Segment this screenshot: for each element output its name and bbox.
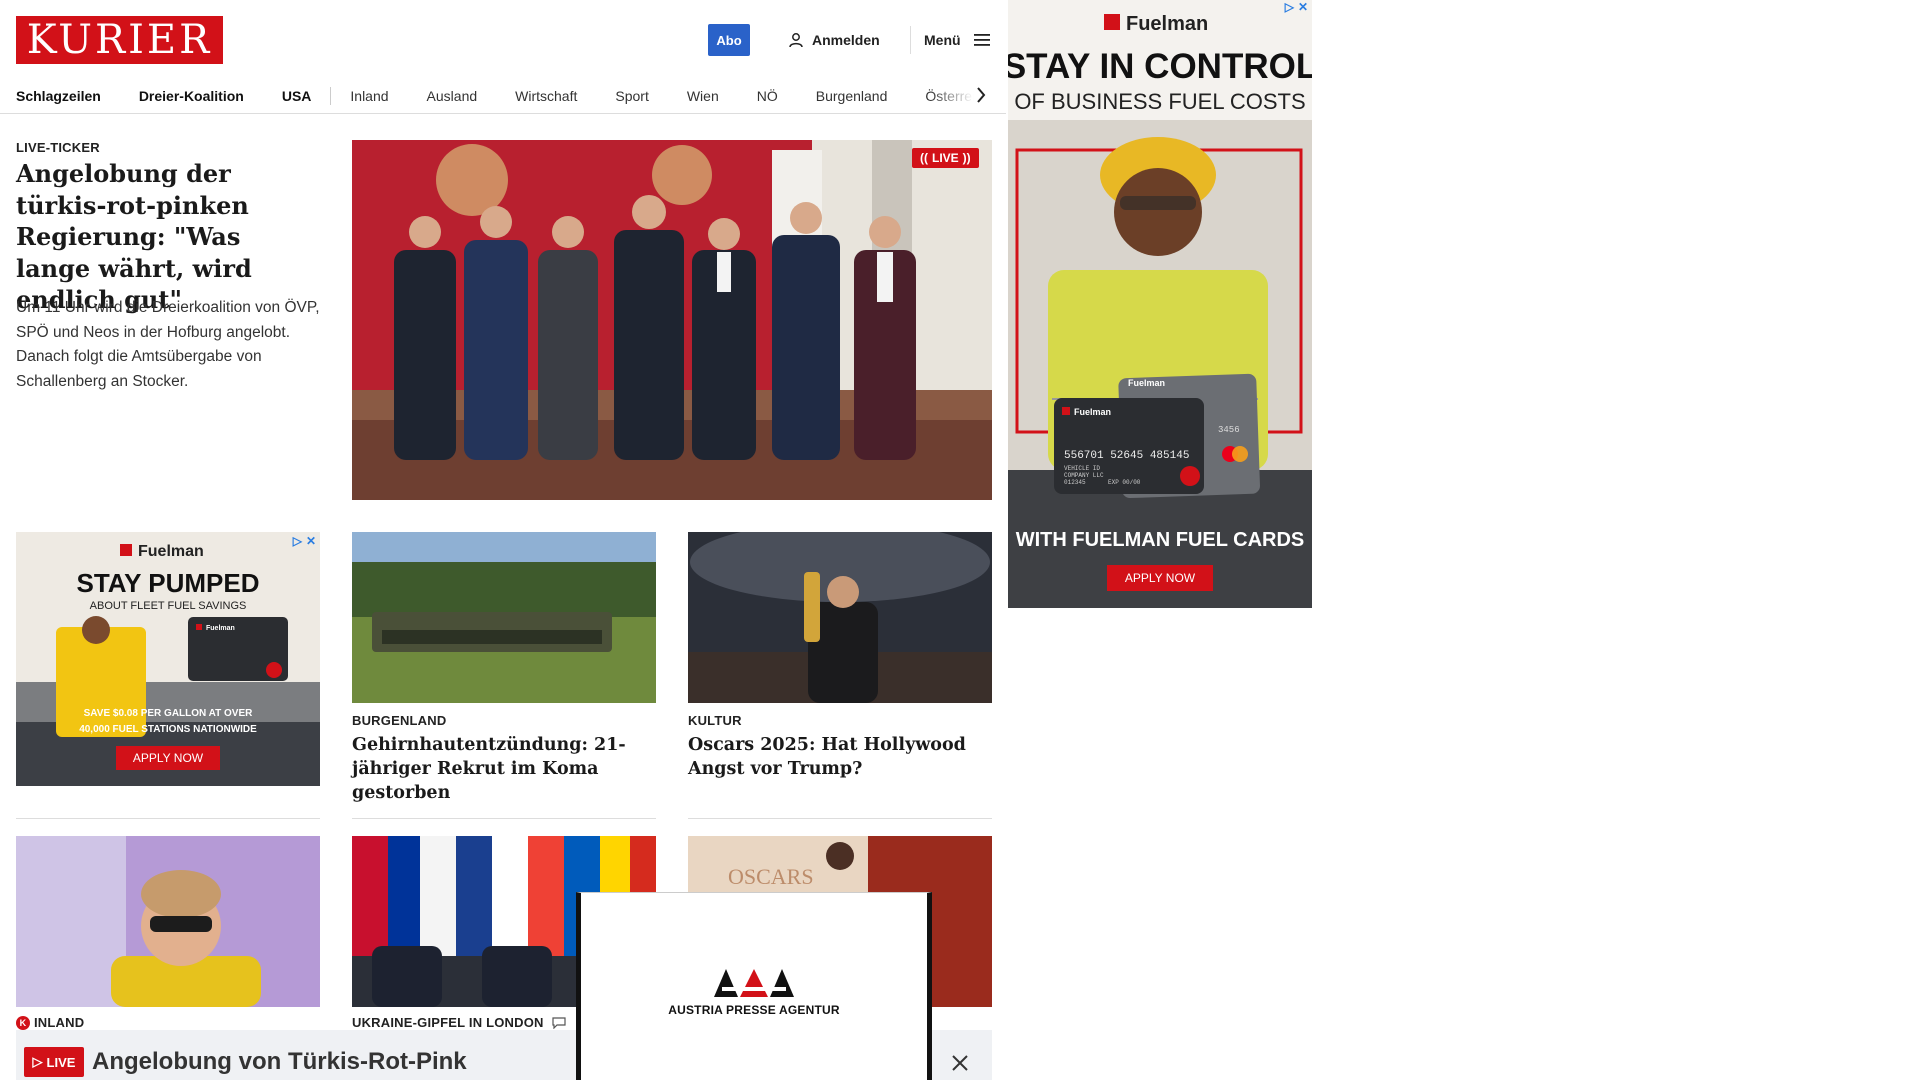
svg-text:WITH FUELMAN FUEL CARDS: WITH FUELMAN FUEL CARDS: [1016, 529, 1305, 551]
section-nav: Schlagzeilen Dreier-Koalition USA Inland…: [16, 80, 990, 112]
lead-headline[interactable]: Angelobung der türkis-rot-pinken Regieru…: [16, 158, 322, 316]
divider: [688, 818, 992, 819]
fuelman-ad-skyscraper[interactable]: Fuelman STAY IN CONTROL OF BUSINESS FUEL…: [1008, 0, 1312, 608]
svg-text:Fuelman: Fuelman: [206, 625, 235, 632]
card-kicker: UKRAINE-GIPFEL IN LONDON: [352, 1015, 544, 1030]
live-signal-icon: ((: [920, 151, 928, 165]
nav-item-sport[interactable]: Sport: [596, 87, 667, 105]
abo-button[interactable]: Abo: [708, 24, 750, 56]
menu-button[interactable]: Menü: [924, 30, 991, 50]
play-icon: ▷: [32, 1054, 43, 1069]
svg-text:COMPANY LLC: COMPANY LLC: [1064, 472, 1104, 479]
nav-item-burgenland[interactable]: Burgenland: [797, 87, 907, 105]
header-rule: [0, 113, 1006, 114]
apa-video-overlay[interactable]: AUSTRIA PRESSE AGENTUR: [576, 892, 932, 1080]
ad-choices-icon[interactable]: ▷: [293, 534, 302, 548]
svg-text:Fuelman: Fuelman: [138, 543, 204, 560]
card-kicker-row: UKRAINE-GIPFEL IN LONDON: [352, 1015, 566, 1030]
lead-photo[interactable]: [352, 140, 992, 500]
svg-text:Fuelman: Fuelman: [1074, 407, 1111, 417]
svg-text:40,000 FUEL STATIONS NATIONWID: 40,000 FUEL STATIONS NATIONWIDE: [79, 724, 257, 735]
kurier-logo[interactable]: KURIER: [16, 16, 223, 64]
card-headline[interactable]: Gehirnhautentzündung: 21-jähriger Rekrut…: [352, 733, 656, 805]
nav-item-usa[interactable]: USA: [263, 87, 331, 105]
svg-text:ABOUT FLEET FUEL SAVINGS: ABOUT FLEET FUEL SAVINGS: [90, 600, 247, 612]
svg-text:OF BUSINESS FUEL COSTS: OF BUSINESS FUEL COSTS: [1014, 89, 1305, 114]
svg-text:APPLY NOW: APPLY NOW: [133, 751, 204, 765]
comment-icon: [552, 1016, 566, 1029]
sticky-live-label: LIVE: [46, 1054, 76, 1070]
nav-item-dreier-koalition[interactable]: Dreier-Koalition: [120, 87, 263, 105]
live-signal-icon-right: )): [962, 151, 971, 165]
svg-text:STAY IN CONTROL: STAY IN CONTROL: [1008, 47, 1312, 86]
chevron-right-icon: [977, 87, 986, 103]
login-label: Anmelden: [812, 32, 880, 48]
ad-choices-icon[interactable]: ▷: [1285, 0, 1294, 14]
svg-text:Fuelman: Fuelman: [1126, 13, 1208, 35]
nav-item-inland[interactable]: Inland: [330, 87, 407, 105]
nav-item-wien[interactable]: Wien: [668, 87, 738, 105]
apa-logo: [714, 968, 794, 997]
ad-choices[interactable]: ▷ ✕: [293, 534, 316, 548]
svg-text:Fuelman: Fuelman: [1128, 378, 1165, 388]
card-photo-kultur[interactable]: [688, 532, 992, 703]
sticky-live-badge: ▷ LIVE: [24, 1047, 84, 1077]
hamburger-icon: [973, 34, 990, 46]
svg-text:EXP 00/00: EXP 00/00: [1108, 479, 1141, 486]
live-badge-label: LIVE: [932, 151, 959, 165]
svg-text:APPLY NOW: APPLY NOW: [1125, 571, 1196, 585]
card-photo-inland[interactable]: [16, 836, 320, 1007]
card-photo-burgenland[interactable]: [352, 532, 656, 703]
divider: [352, 818, 656, 819]
ad-choices[interactable]: ▷ ✕: [1285, 0, 1308, 14]
svg-text:SAVE $0.08 PER GALLON AT OVER: SAVE $0.08 PER GALLON AT OVER: [84, 708, 254, 719]
header-divider: [910, 26, 911, 54]
lead-teaser: Um 11 Uhr wird die Dreierkoalition von Ö…: [16, 299, 320, 390]
fuelman-ad-small[interactable]: Fuelman STAY PUMPED ABOUT FLEET FUEL SAV…: [16, 532, 320, 786]
nav-item-noe[interactable]: NÖ: [738, 87, 797, 105]
card-kicker: INLAND: [34, 1015, 85, 1030]
login-button[interactable]: Anmelden: [788, 30, 880, 50]
apa-label: AUSTRIA PRESSE AGENTUR: [668, 1002, 840, 1017]
nav-item-schlagzeilen[interactable]: Schlagzeilen: [16, 87, 120, 105]
user-icon: [789, 33, 803, 48]
ad-close-icon[interactable]: ✕: [306, 534, 316, 548]
lead-kicker: LIVE-TICKER: [16, 140, 100, 155]
svg-text:556701 52645 485145: 556701 52645 485145: [1064, 450, 1189, 462]
divider: [16, 818, 320, 819]
svg-text:VEHICLE ID: VEHICLE ID: [1064, 465, 1100, 472]
card-kicker: BURGENLAND: [352, 713, 447, 728]
live-badge: (( LIVE )): [912, 148, 979, 168]
sticky-title[interactable]: Angelobung von Türkis-Rot-Pink: [92, 1048, 467, 1076]
card-kicker-row: K INLAND: [16, 1015, 84, 1030]
kurier-plus-icon: K: [16, 1015, 30, 1030]
sticky-close-button[interactable]: [948, 1051, 972, 1075]
close-icon: [952, 1055, 968, 1071]
svg-text:STAY PUMPED: STAY PUMPED: [76, 568, 259, 598]
nav-item-ausland[interactable]: Ausland: [408, 87, 497, 105]
menu-label: Menü: [924, 32, 961, 48]
nav-item-wirtschaft[interactable]: Wirtschaft: [496, 87, 596, 105]
nav-scroll-right-button[interactable]: [972, 80, 990, 110]
svg-text:012345: 012345: [1064, 479, 1086, 486]
svg-text:OSCARS: OSCARS: [728, 864, 814, 889]
card-kicker: KULTUR: [688, 713, 742, 728]
svg-text:3456: 3456: [1218, 425, 1240, 435]
card-headline[interactable]: Oscars 2025: Hat Hollywood Angst vor Tru…: [688, 733, 992, 781]
ad-close-icon[interactable]: ✕: [1298, 0, 1308, 14]
